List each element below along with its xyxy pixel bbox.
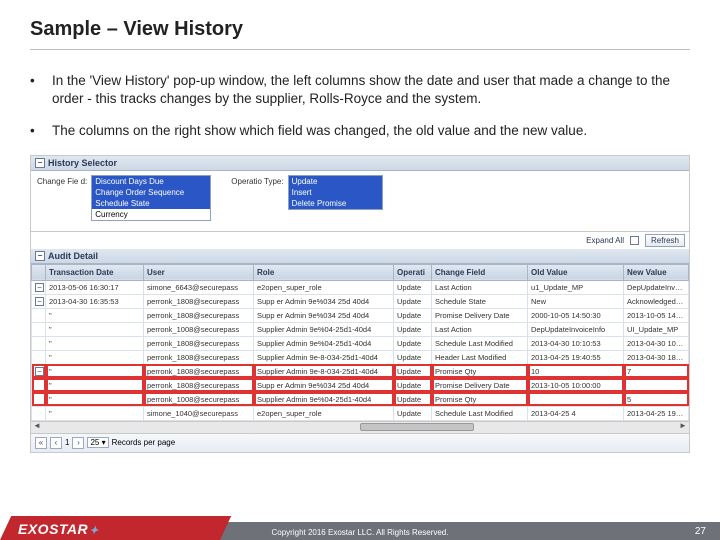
- pager-label: Records per page: [112, 438, 176, 447]
- pager-page: 1: [65, 438, 69, 447]
- pager-first-button[interactable]: «: [35, 437, 47, 449]
- bullet-text: The columns on the right show which fiel…: [52, 122, 587, 140]
- operation-type-listbox[interactable]: Update Insert Delete Promise: [288, 175, 383, 210]
- audit-detail-title: Audit Detail: [48, 251, 98, 261]
- audit-table: Transaction Date User Role Operati Chang…: [31, 264, 689, 421]
- col-date[interactable]: Transaction Date: [46, 264, 144, 280]
- col-old[interactable]: Old Value: [528, 264, 624, 280]
- listbox-option[interactable]: Schedule State: [92, 198, 210, 209]
- col-field[interactable]: Change Field: [432, 264, 528, 280]
- table-row[interactable]: −"perronk_1808@securepassSupplier Admin …: [32, 364, 689, 378]
- table-row[interactable]: "perronk_1008@securepassSupplier Admin 9…: [32, 392, 689, 406]
- bullet-text: In the 'View History' pop-up window, the…: [52, 72, 690, 108]
- copyright-text: Copyright 2016 Exostar LLC. All Rights R…: [0, 528, 720, 537]
- refresh-button[interactable]: Refresh: [645, 234, 685, 247]
- listbox-option[interactable]: Update: [289, 176, 382, 187]
- bullet-marker: •: [30, 122, 52, 140]
- operation-type-label: Operatio Type:: [231, 175, 283, 186]
- history-selector-title: History Selector: [48, 158, 117, 168]
- col-toggle: [32, 264, 46, 280]
- col-role[interactable]: Role: [254, 264, 394, 280]
- scroll-right-icon[interactable]: ►: [677, 421, 689, 433]
- horizontal-scrollbar[interactable]: ◄ ►: [31, 421, 689, 433]
- listbox-option[interactable]: Change Order Sequence: [92, 187, 210, 198]
- page-number: 27: [695, 526, 706, 537]
- scroll-thumb[interactable]: [360, 423, 474, 431]
- scroll-left-icon[interactable]: ◄: [31, 421, 43, 433]
- collapse-icon[interactable]: −: [35, 251, 45, 261]
- table-row[interactable]: −2013-04-30 16:35:53perronk_1808@securep…: [32, 294, 689, 308]
- table-row[interactable]: "perronk_1808@securepassSupp er Admin 9e…: [32, 378, 689, 392]
- table-row[interactable]: "perronk_1808@securepassSupp er Admin 9e…: [32, 308, 689, 322]
- listbox-option[interactable]: Delete Promise: [289, 198, 382, 209]
- app-screenshot: − History Selector Change Fie d: Discoun…: [30, 155, 690, 453]
- pager: « ‹ 1 › 25 ▾ Records per page: [31, 433, 689, 452]
- table-header-row: Transaction Date User Role Operati Chang…: [32, 264, 689, 280]
- row-collapse-icon[interactable]: −: [35, 297, 44, 306]
- pager-size-select[interactable]: 25 ▾: [87, 437, 108, 448]
- slide-title: Sample – View History: [30, 18, 690, 50]
- expand-all-checkbox[interactable]: [630, 236, 639, 245]
- slide-footer: EXOSTAR✦ Copyright 2016 Exostar LLC. All…: [0, 512, 720, 540]
- row-collapse-icon[interactable]: −: [35, 367, 44, 376]
- bullet-list: • In the 'View History' pop-up window, t…: [30, 72, 690, 141]
- collapse-icon[interactable]: −: [35, 158, 45, 168]
- col-op[interactable]: Operati: [394, 264, 432, 280]
- listbox-option[interactable]: Insert: [289, 187, 382, 198]
- history-selector-header[interactable]: − History Selector: [31, 156, 689, 171]
- change-field-listbox[interactable]: Discount Days Due Change Order Sequence …: [91, 175, 211, 221]
- listbox-option[interactable]: Discount Days Due: [92, 176, 210, 187]
- col-new[interactable]: New Value: [624, 264, 689, 280]
- bullet-marker: •: [30, 72, 52, 108]
- pager-next-button[interactable]: ›: [72, 437, 84, 449]
- col-user[interactable]: User: [144, 264, 254, 280]
- pager-prev-button[interactable]: ‹: [50, 437, 62, 449]
- table-row[interactable]: "perronk_1008@securepassSupplier Admin 9…: [32, 322, 689, 336]
- listbox-option[interactable]: Currency: [92, 209, 210, 220]
- table-row[interactable]: "perronk_1808@securepassSupplier Admin 9…: [32, 336, 689, 350]
- change-field-label: Change Fie d:: [37, 175, 87, 186]
- table-row[interactable]: −2013-05-06 16:30:17simone_6643@securepa…: [32, 280, 689, 294]
- table-row[interactable]: "simone_1040@securepasse2open_super_role…: [32, 406, 689, 420]
- expand-all-label[interactable]: Expand All: [586, 236, 624, 245]
- table-row[interactable]: "perronk_1808@securepassSupplier Admin 9…: [32, 350, 689, 364]
- audit-detail-header[interactable]: − Audit Detail: [31, 249, 689, 264]
- row-collapse-icon[interactable]: −: [35, 283, 44, 292]
